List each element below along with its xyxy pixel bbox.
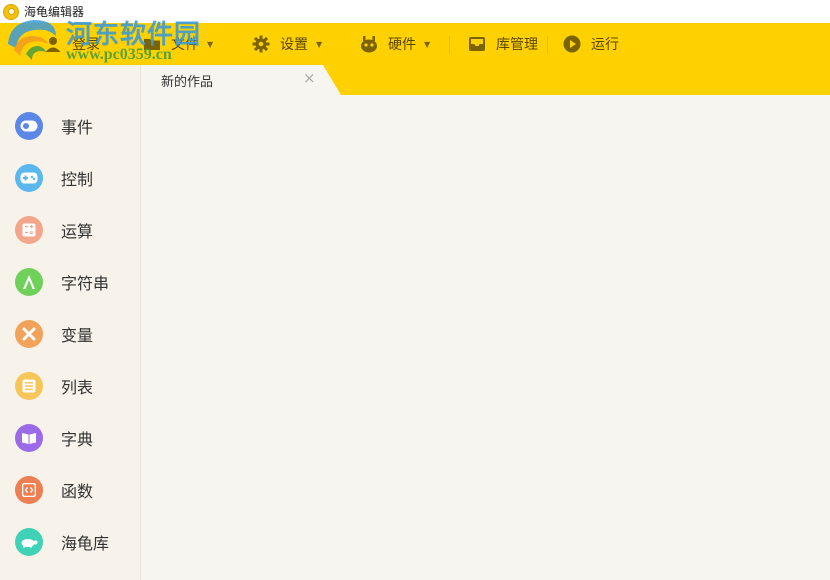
file-label: 文件 — [171, 37, 199, 53]
close-icon[interactable]: × — [303, 69, 316, 87]
window-title: 海龟编辑器 — [24, 5, 85, 19]
sidebar-item-control[interactable]: 控制 — [0, 156, 141, 200]
tab-label: 新的作品 — [161, 75, 214, 90]
login-button[interactable]: 登录 — [44, 23, 100, 65]
library-manager-button[interactable]: 库管理 — [468, 23, 538, 65]
run-label: 运行 — [591, 37, 619, 53]
calculator-icon — [15, 216, 43, 244]
sidebar-item-strings[interactable]: 字符串 — [0, 260, 141, 304]
list-icon — [15, 372, 43, 400]
toggle-icon — [15, 112, 43, 140]
code-icon — [15, 476, 43, 504]
tab-new-work[interactable]: 新的作品 × — [141, 65, 341, 95]
sidebar-item-operators[interactable]: 运算 — [0, 208, 141, 252]
sidebar-item-events[interactable]: 事件 — [0, 104, 141, 148]
letter-a-icon — [15, 268, 43, 296]
settings-label: 设置 — [280, 37, 308, 53]
user-icon — [44, 35, 62, 53]
sidebar-item-variables[interactable]: 变量 — [0, 312, 141, 356]
gear-icon — [252, 35, 270, 53]
editor-canvas[interactable] — [141, 95, 830, 580]
file-menu-button[interactable]: 文件 ▼ — [143, 23, 213, 65]
login-label: 登录 — [72, 37, 100, 53]
sidebar-item-label: 函数 — [61, 482, 94, 501]
run-button[interactable]: 运行 — [563, 23, 619, 65]
sidebar-item-label: 事件 — [61, 118, 94, 137]
book-icon — [15, 424, 43, 452]
folder-icon — [143, 35, 161, 53]
chevron-down-icon: ▼ — [424, 39, 431, 49]
sidebar-item-label: 海龟库 — [61, 534, 110, 553]
title-bar: 海龟编辑器 — [0, 0, 830, 23]
sidebar-item-label: 列表 — [61, 378, 94, 397]
toolbar-divider — [547, 36, 548, 54]
sidebar-item-label: 控制 — [61, 170, 94, 189]
settings-menu-button[interactable]: 设置 ▼ — [252, 23, 322, 65]
sidebar-item-functions[interactable]: 函数 — [0, 468, 141, 512]
app-logo-icon — [3, 3, 19, 20]
inbox-icon — [468, 35, 486, 53]
hardware-menu-button[interactable]: 硬件 ▼ — [360, 23, 430, 65]
category-sidebar: 事件 控制 运算 字符串 变量 列表 字典 函数 海龟库 — [0, 65, 141, 580]
chevron-down-icon: ▼ — [316, 39, 323, 49]
sidebar-item-turtle-library[interactable]: 海龟库 — [0, 520, 141, 564]
gamepad-icon — [15, 164, 43, 192]
toolbar-divider — [449, 36, 450, 54]
sidebar-item-label: 字典 — [61, 430, 94, 449]
sidebar-item-label: 字符串 — [61, 274, 110, 293]
play-icon — [563, 35, 581, 53]
sidebar-item-dictionaries[interactable]: 字典 — [0, 416, 141, 460]
main-toolbar: 登录 文件 ▼ 设置 ▼ 硬件 ▼ 库管理 运行 — [0, 23, 830, 65]
sidebar-item-label: 变量 — [61, 326, 94, 345]
robot-icon — [360, 35, 378, 53]
x-variable-icon — [15, 320, 43, 348]
sidebar-item-lists[interactable]: 列表 — [0, 364, 141, 408]
turtle-icon — [15, 528, 43, 556]
library-label: 库管理 — [496, 37, 538, 53]
sidebar-item-label: 运算 — [61, 222, 94, 241]
hardware-label: 硬件 — [388, 37, 416, 53]
chevron-down-icon: ▼ — [207, 39, 214, 49]
